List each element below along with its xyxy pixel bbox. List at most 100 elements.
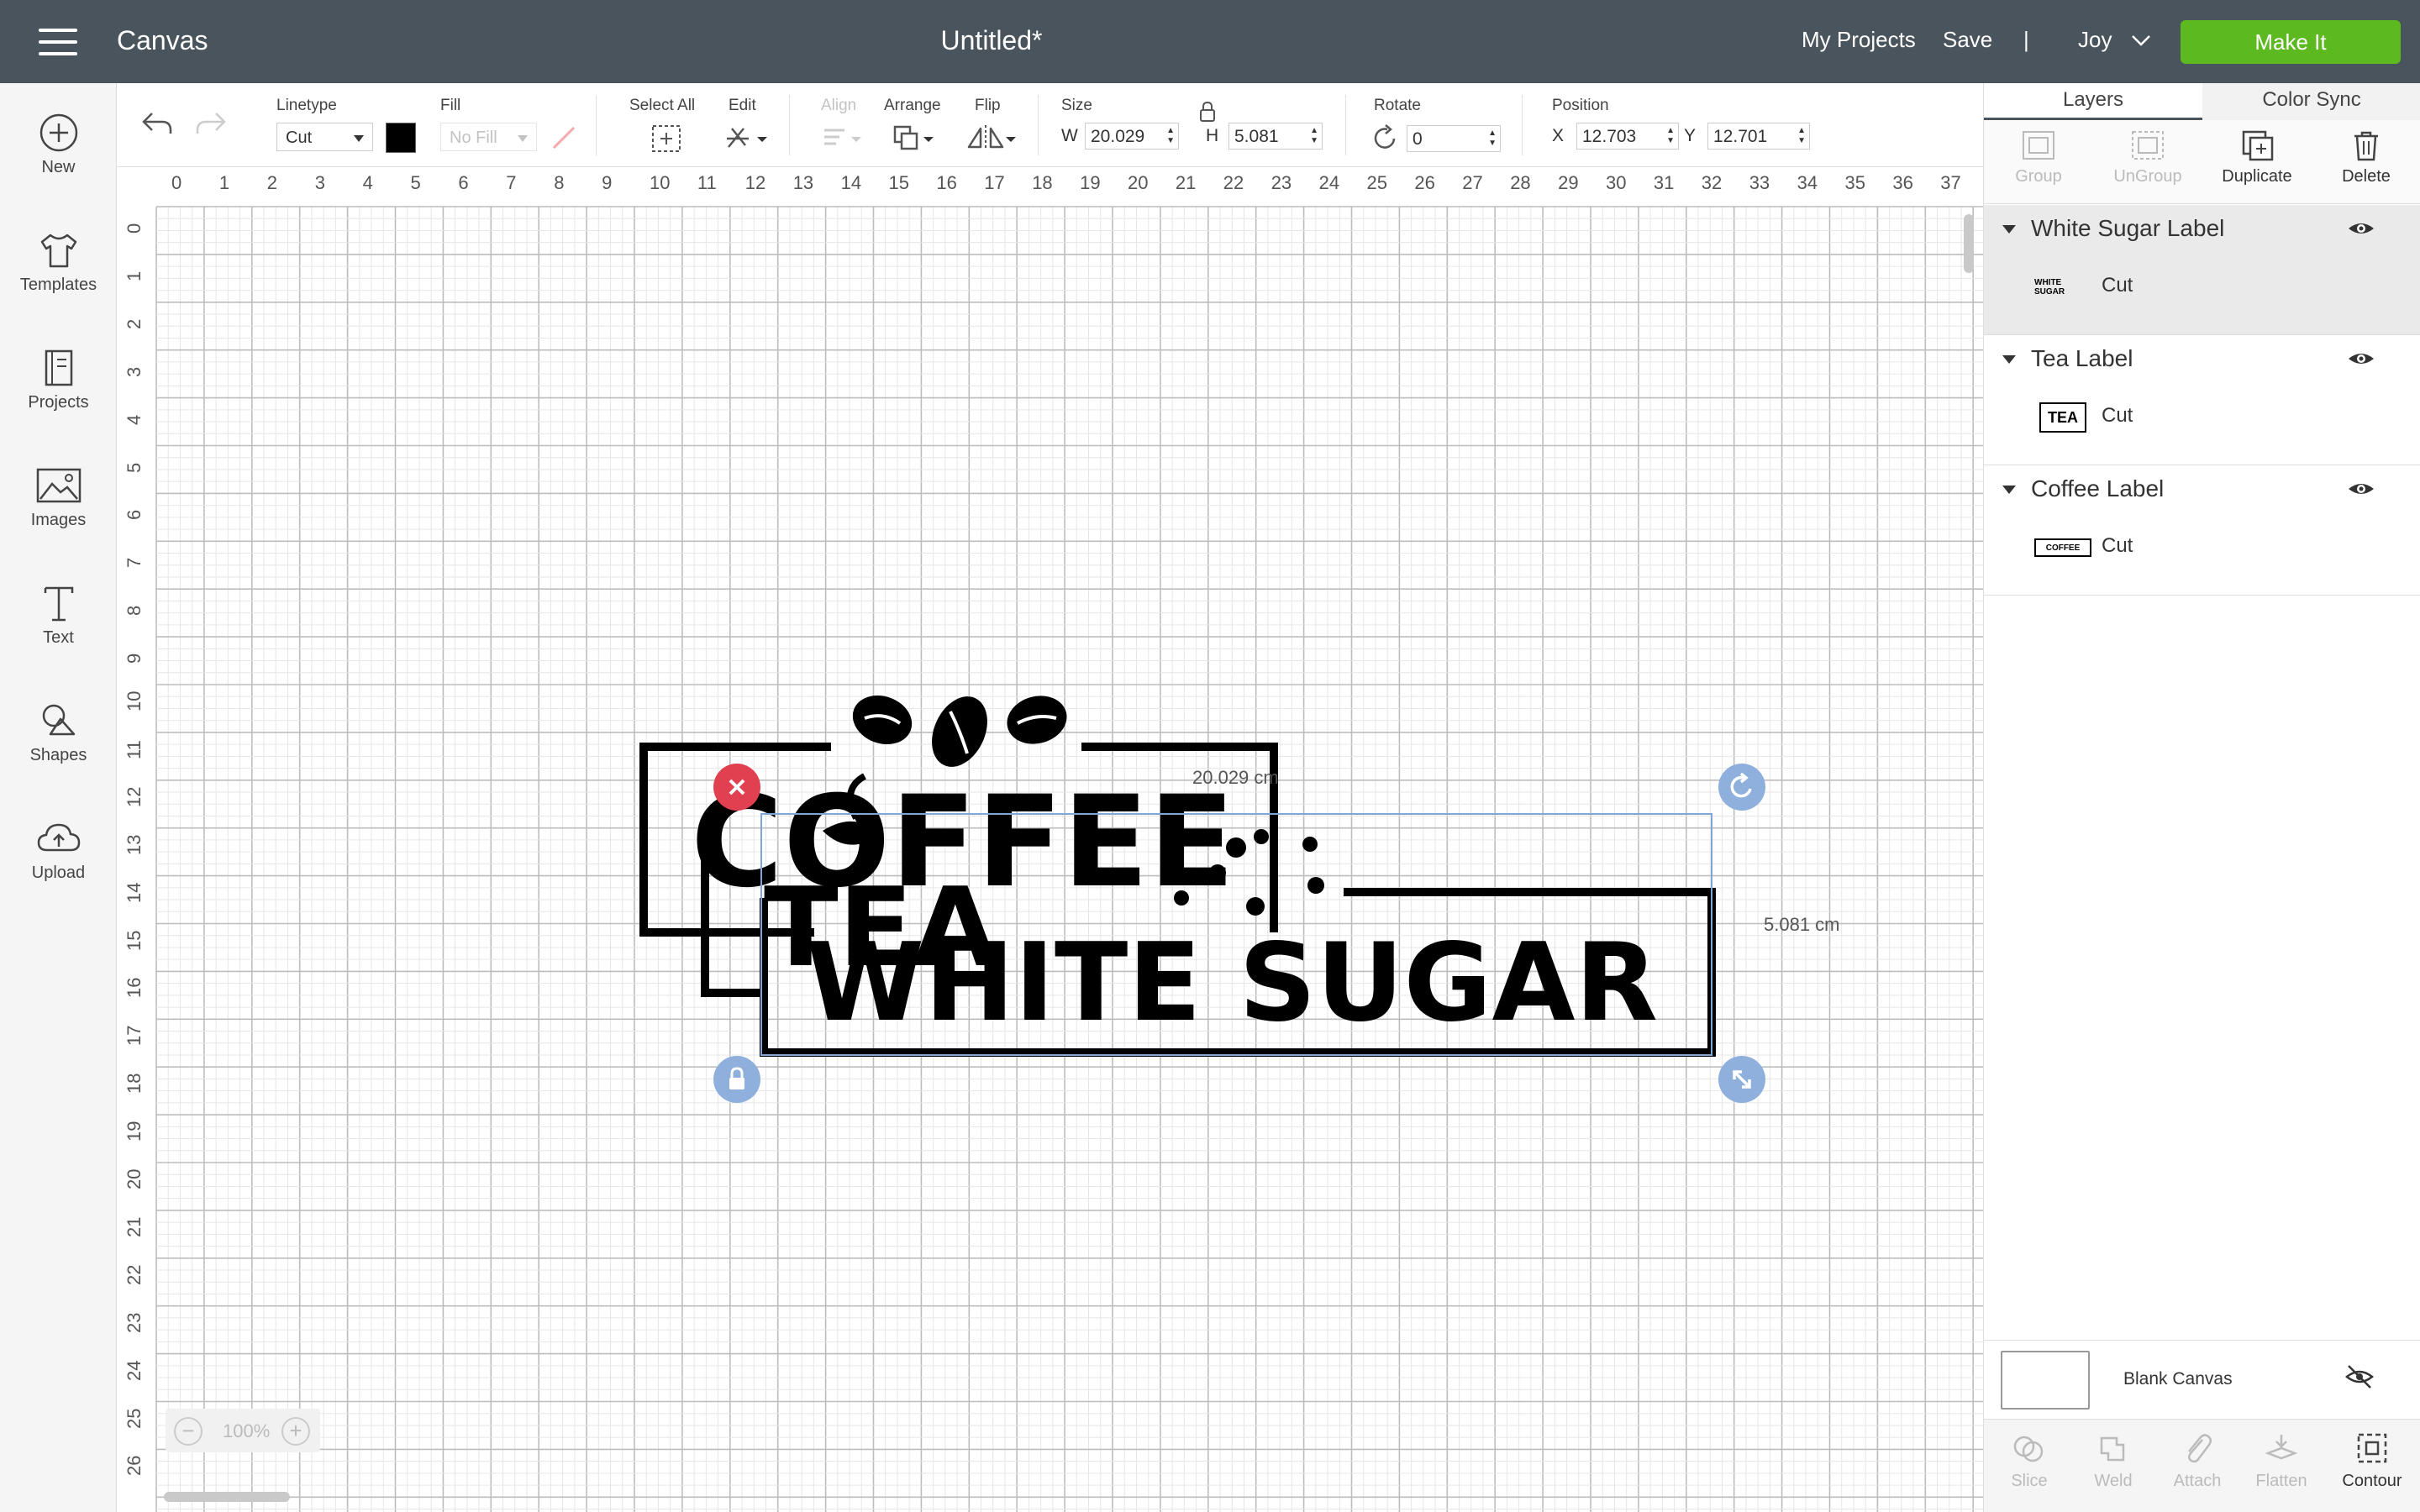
- blank-canvas-layer[interactable]: Blank Canvas: [1984, 1340, 2420, 1419]
- attach-button[interactable]: Attach: [2155, 1420, 2239, 1512]
- group-button[interactable]: Group: [1984, 120, 2093, 204]
- delete-button[interactable]: Delete: [2312, 120, 2420, 204]
- flip-icon[interactable]: [965, 122, 1018, 154]
- projects-button[interactable]: Projects: [0, 331, 117, 432]
- save-link[interactable]: Save: [1943, 27, 1992, 53]
- eye-hidden-icon[interactable]: [2345, 1364, 2374, 1389]
- flatten-label: Flatten: [2255, 1472, 2307, 1490]
- rotate-stepper[interactable]: ▲ ▼: [1488, 129, 1497, 149]
- width-field-label: W: [1061, 126, 1078, 145]
- rotate-input[interactable]: 0 ▲ ▼: [1407, 125, 1501, 152]
- x-field-label: X: [1552, 126, 1565, 145]
- weld-icon: [2100, 1436, 2125, 1462]
- zoom-in-button[interactable]: +: [281, 1417, 310, 1446]
- horizontal-scrollbar[interactable]: [164, 1492, 290, 1502]
- width-stepper[interactable]: ▲ ▼: [1166, 126, 1175, 146]
- width-input[interactable]: 20.029 ▲ ▼: [1085, 123, 1179, 150]
- rotate-icon[interactable]: [1370, 123, 1401, 152]
- images-button[interactable]: Images: [0, 449, 117, 549]
- weld-button[interactable]: Weld: [2071, 1420, 2155, 1512]
- fill-color-icon[interactable]: [549, 123, 579, 153]
- select-all-icon[interactable]: [650, 123, 683, 154]
- align-label: Align: [821, 97, 857, 114]
- linetype-color-swatch[interactable]: [386, 123, 416, 153]
- undo-icon[interactable]: [140, 108, 174, 137]
- x-position-input[interactable]: 12.703 ▲ ▼: [1576, 123, 1679, 150]
- y-position-input[interactable]: 12.701 ▲ ▼: [1707, 123, 1810, 150]
- edit-tools-icon[interactable]: [723, 122, 771, 154]
- shapes-button[interactable]: Shapes: [0, 684, 117, 785]
- collapse-caret-icon[interactable]: [2002, 486, 2016, 494]
- zoom-out-button[interactable]: −: [174, 1417, 203, 1446]
- vertical-scrollbar[interactable]: [1964, 214, 1974, 273]
- upload-label: Upload: [31, 864, 86, 882]
- layer-tea-label[interactable]: Tea Label TEA Cut: [1984, 335, 2420, 465]
- weld-label: Weld: [2094, 1472, 2133, 1490]
- layer-linetype[interactable]: Cut: [2102, 534, 2133, 558]
- new-button[interactable]: New: [0, 96, 117, 197]
- upload-button[interactable]: Upload: [0, 801, 117, 902]
- images-label: Images: [30, 511, 87, 529]
- linetype-value: Cut: [286, 129, 313, 147]
- duplicate-button[interactable]: Duplicate: [2202, 120, 2312, 204]
- layer-thumbnail: COFFEE: [2034, 538, 2091, 557]
- collapse-caret-icon[interactable]: [2002, 355, 2016, 364]
- y-position-value: 12.701: [1713, 127, 1768, 146]
- arrange-label: Arrange: [884, 97, 941, 114]
- layers-panel: Layers Color Sync Group UnGroup Duplicat…: [1983, 83, 2420, 1512]
- resize-handle[interactable]: [1718, 1056, 1765, 1103]
- linetype-select[interactable]: Cut: [276, 123, 373, 151]
- y-position-stepper[interactable]: ▲ ▼: [1797, 126, 1806, 146]
- templates-button[interactable]: Templates: [0, 213, 117, 314]
- templates-label: Templates: [19, 276, 97, 294]
- layer-coffee-label[interactable]: Coffee Label COFFEE Cut: [1984, 465, 2420, 596]
- chevron-down-icon[interactable]: [2131, 34, 2151, 47]
- height-input[interactable]: 5.081 ▲ ▼: [1228, 123, 1323, 150]
- contour-button[interactable]: Contour: [2330, 1420, 2414, 1512]
- tab-color-sync[interactable]: Color Sync: [2202, 83, 2420, 120]
- trash-icon: [2354, 131, 2378, 161]
- x-position-stepper[interactable]: ▲ ▼: [1666, 126, 1675, 146]
- design-artwork[interactable]: COFFEE TEA WHITE SUGAR: [117, 167, 1983, 1512]
- layer-linetype[interactable]: Cut: [2102, 404, 2133, 428]
- delete-handle[interactable]: [713, 764, 760, 811]
- slice-button[interactable]: Slice: [1987, 1420, 2071, 1512]
- rotate-handle[interactable]: [1718, 764, 1765, 811]
- slice-label: Slice: [2011, 1472, 2048, 1490]
- eye-icon[interactable]: [2347, 349, 2375, 369]
- make-it-button[interactable]: Make It: [2181, 20, 2401, 64]
- lock-proportions-handle[interactable]: [713, 1056, 760, 1103]
- my-projects-link[interactable]: My Projects: [1802, 27, 1916, 53]
- design-canvas[interactable]: 0 1 2 3 4 5 6 7 8 9 10 11 12 13 14 15 16 17 18 19 20 21 22 23 24…: [117, 167, 1983, 1512]
- redo-icon[interactable]: [194, 108, 228, 137]
- ungroup-label: UnGroup: [2113, 167, 2182, 186]
- layer-linetype[interactable]: Cut: [2102, 274, 2133, 297]
- height-stepper[interactable]: ▲ ▼: [1310, 126, 1318, 146]
- blank-canvas-swatch[interactable]: [2001, 1351, 2090, 1410]
- book-icon: [45, 349, 72, 386]
- align-icon[interactable]: [819, 123, 866, 152]
- width-value: 20.029: [1091, 127, 1145, 146]
- fill-select[interactable]: No Fill: [440, 123, 537, 151]
- arrange-icon[interactable]: [890, 122, 940, 154]
- text-icon: [44, 586, 73, 622]
- blank-canvas-label: Blank Canvas: [2123, 1369, 2233, 1389]
- lock-icon[interactable]: [1197, 100, 1218, 123]
- layer-white-sugar-label[interactable]: White Sugar Label WHITE SUGAR Cut: [1984, 205, 2420, 335]
- width-dimension-label: 20.029 cm: [1192, 767, 1279, 788]
- text-label: Text: [43, 628, 74, 647]
- left-toolbar: New Templates Projects Images Text Shape…: [0, 83, 117, 1512]
- flatten-icon: [2265, 1435, 2298, 1460]
- eye-icon[interactable]: [2347, 479, 2375, 499]
- top-header: Canvas Untitled* My Projects Save | Joy …: [0, 0, 2420, 83]
- ungroup-button[interactable]: UnGroup: [2093, 120, 2202, 204]
- zoom-control: − 100% +: [166, 1409, 320, 1452]
- user-name[interactable]: Joy: [2078, 27, 2112, 53]
- flatten-button[interactable]: Flatten: [2239, 1420, 2323, 1512]
- eye-icon[interactable]: [2347, 218, 2375, 239]
- collapse-caret-icon[interactable]: [2002, 225, 2016, 234]
- document-title[interactable]: Untitled*: [0, 25, 1983, 56]
- contour-label: Contour: [2342, 1472, 2402, 1490]
- tab-layers[interactable]: Layers: [1984, 83, 2202, 120]
- text-button[interactable]: Text: [0, 566, 117, 667]
